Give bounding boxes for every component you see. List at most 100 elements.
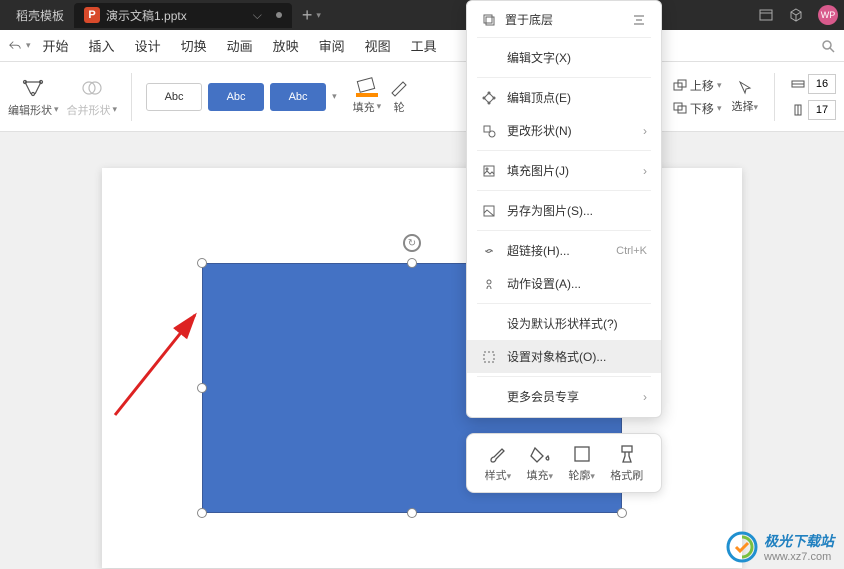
ribbon-tab[interactable]: 动画 — [219, 30, 261, 61]
outline-icon — [389, 79, 409, 97]
format-toolbar: 编辑形状▾ 合并形状▾ Abc Abc Abc ▾ 填充▾ 轮 上移▾ 下移▾ — [0, 62, 844, 132]
watermark-url: www.xz7.com — [764, 551, 834, 563]
format-brush-icon — [616, 444, 638, 464]
preset-more-icon[interactable]: ▾ — [332, 91, 337, 102]
mini-fill-button[interactable]: 填充▾ — [527, 444, 554, 483]
menu-hyperlink[interactable]: 超链接(H)... Ctrl+K — [467, 234, 661, 267]
merge-shape-tool[interactable]: 合并形状▾ — [67, 76, 118, 118]
image-icon — [481, 163, 497, 179]
rotate-handle[interactable]: ↻ — [403, 234, 421, 252]
template-tab[interactable]: 稻壳模板 — [6, 3, 74, 28]
fill-label: 填充 — [353, 99, 375, 115]
ribbon-tab[interactable]: 放映 — [265, 30, 307, 61]
width-icon — [791, 78, 805, 90]
ribbon-tab[interactable]: 审阅 — [311, 30, 353, 61]
resize-handle[interactable] — [197, 508, 207, 518]
shape-preset-filled-2[interactable]: Abc — [270, 83, 326, 111]
menu-label: 动作设置(A)... — [507, 275, 647, 292]
watermark-name: 极光下载站 — [764, 531, 834, 551]
ribbon-tab[interactable]: 设计 — [127, 30, 169, 61]
menu-action-settings[interactable]: 动作设置(A)... — [467, 267, 661, 300]
move-up-label: 上移 — [690, 77, 714, 94]
menu-label: 编辑文字(X) — [507, 49, 647, 66]
document-tab-label: 演示文稿1.pptx — [106, 7, 187, 24]
link-icon — [481, 243, 497, 259]
move-down-label: 下移 — [690, 100, 714, 117]
vertex-icon — [481, 90, 497, 106]
resize-handle[interactable] — [407, 508, 417, 518]
menu-label: 设置对象格式(O)... — [507, 348, 647, 365]
edit-shape-icon — [19, 76, 47, 100]
resize-handle[interactable] — [407, 258, 417, 268]
search-icon[interactable] — [820, 38, 836, 54]
mini-format-brush-button[interactable]: 格式刷 — [610, 444, 643, 483]
user-avatar[interactable]: WP — [818, 5, 838, 25]
edit-shape-tool[interactable]: 编辑形状▾ — [8, 76, 59, 118]
align-icon[interactable] — [631, 12, 647, 28]
outline-rect-icon — [571, 444, 593, 464]
menu-edit-vertex[interactable]: 编辑顶点(E) — [467, 81, 661, 114]
shape-preset-outline[interactable]: Abc — [146, 83, 202, 111]
menu-edit-text[interactable]: 编辑文字(X) — [467, 41, 661, 74]
canvas-area: ↻ — [0, 132, 844, 569]
resize-handle[interactable] — [617, 508, 627, 518]
merge-shape-label: 合并形状 — [67, 102, 111, 118]
menu-send-to-back[interactable]: 置于底层 — [481, 11, 553, 28]
watermark-logo-icon — [726, 531, 758, 563]
menu-more-vip[interactable]: 更多会员专享 › — [467, 380, 661, 413]
mini-style-button[interactable]: 样式▾ — [485, 444, 512, 483]
menu-send-back-label: 置于底层 — [505, 11, 553, 28]
select-button[interactable]: 选择▾ — [731, 80, 758, 114]
width-input[interactable] — [808, 74, 836, 94]
ribbon-tab[interactable]: 开始 — [35, 30, 77, 61]
ribbon-undo-icon[interactable] — [8, 39, 22, 53]
outline-label: 轮 — [394, 99, 405, 115]
window-icon-1[interactable] — [758, 7, 774, 23]
resize-handle[interactable] — [197, 258, 207, 268]
merge-shape-icon — [78, 76, 106, 100]
cube-icon[interactable] — [788, 7, 804, 23]
move-down-button[interactable]: 下移▾ — [673, 100, 722, 117]
menu-label: 更多会员专享 — [507, 388, 633, 405]
tab-more-icon[interactable]: ▾ — [316, 10, 321, 21]
dot-indicator — [276, 12, 282, 18]
ribbon-tab[interactable]: 切换 — [173, 30, 215, 61]
menu-label: 编辑顶点(E) — [507, 89, 647, 106]
fill-tool[interactable]: 填充▾ — [353, 79, 382, 115]
mini-toolbar: 样式▾ 填充▾ 轮廓▾ 格式刷 — [466, 433, 662, 493]
edit-shape-label: 编辑形状 — [8, 102, 52, 118]
brush-icon — [487, 444, 509, 464]
device-icon: ⌵ — [253, 8, 262, 23]
resize-handle[interactable] — [197, 383, 207, 393]
undo-more[interactable]: ▾ — [26, 40, 31, 51]
watermark: 极光下载站 www.xz7.com — [726, 531, 834, 563]
menu-label: 设为默认形状样式(?) — [507, 315, 647, 332]
fill-icon — [529, 444, 551, 464]
change-shape-icon — [481, 123, 497, 139]
mini-fill-label: 填充 — [527, 470, 549, 482]
menu-label: 另存为图片(S)... — [507, 202, 647, 219]
menu-change-shape[interactable]: 更改形状(N) › — [467, 114, 661, 147]
height-input[interactable] — [808, 100, 836, 120]
shape-preset-filled-1[interactable]: Abc — [208, 83, 264, 111]
mini-outline-label: 轮廓 — [568, 470, 590, 482]
fill-bucket-icon — [356, 79, 378, 97]
toolbar-divider — [131, 73, 132, 121]
toolbar-divider — [774, 73, 775, 121]
document-tab[interactable]: P 演示文稿1.pptx ⌵ — [74, 3, 292, 28]
menu-set-default-style[interactable]: 设为默认形状样式(?) — [467, 307, 661, 340]
mini-format-brush-label: 格式刷 — [610, 467, 643, 483]
outline-tool[interactable]: 轮 — [389, 79, 409, 115]
menu-fill-picture[interactable]: 填充图片(J) › — [467, 154, 661, 187]
ribbon-tab[interactable]: 插入 — [81, 30, 123, 61]
add-tab-button[interactable]: + — [302, 5, 313, 26]
ribbon-tab[interactable]: 工具 — [403, 30, 445, 61]
menu-save-as-picture[interactable]: 另存为图片(S)... — [467, 194, 661, 227]
menu-format-object[interactable]: 设置对象格式(O)... — [467, 340, 661, 373]
format-icon — [481, 349, 497, 365]
mini-outline-button[interactable]: 轮廓▾ — [568, 444, 595, 483]
height-icon — [791, 104, 805, 116]
ribbon-tab[interactable]: 视图 — [357, 30, 399, 61]
move-up-button[interactable]: 上移▾ — [673, 77, 722, 94]
menu-shortcut: Ctrl+K — [616, 245, 647, 257]
